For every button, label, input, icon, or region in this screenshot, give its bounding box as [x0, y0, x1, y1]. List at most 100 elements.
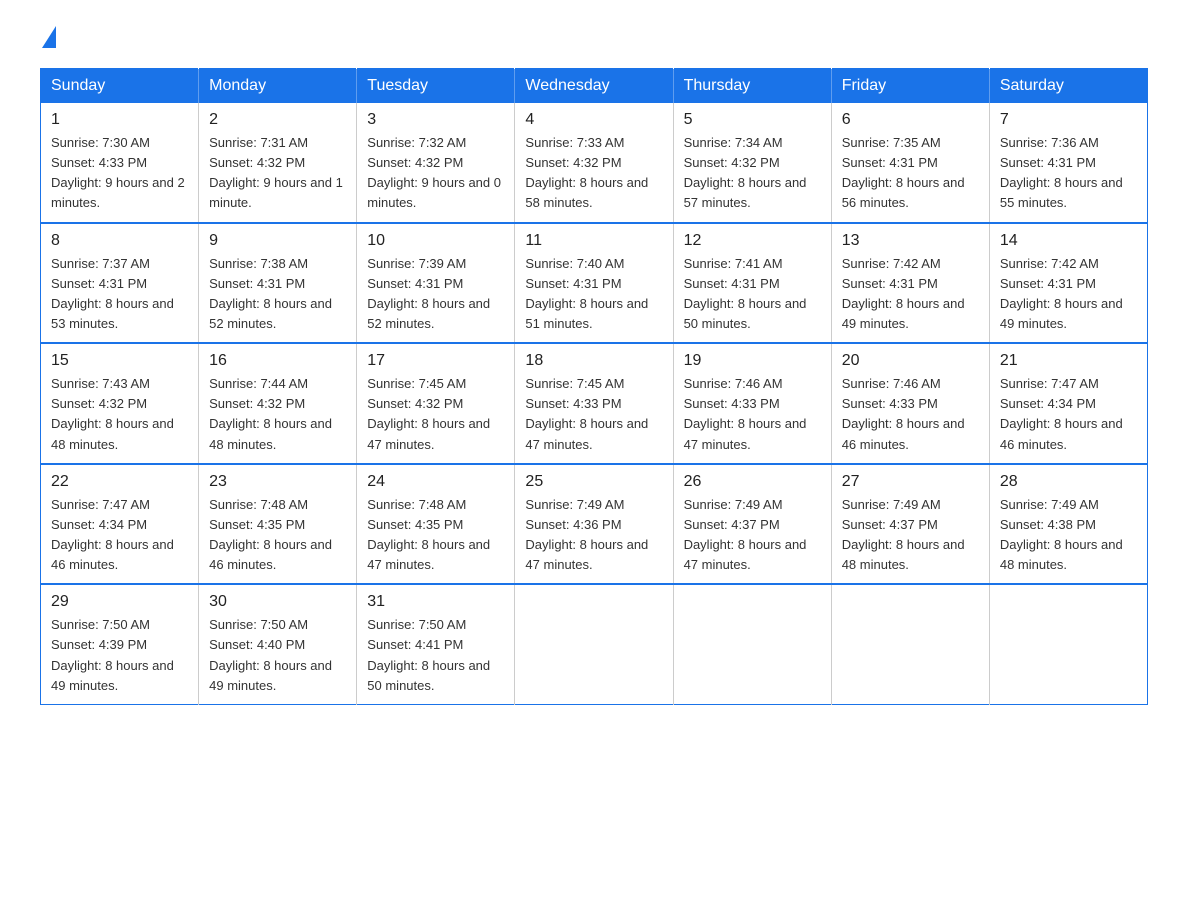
calendar-cell: 25 Sunrise: 7:49 AMSunset: 4:36 PMDayligh…: [515, 464, 673, 585]
day-info: Sunrise: 7:44 AMSunset: 4:32 PMDaylight:…: [209, 374, 346, 455]
calendar-cell: 22 Sunrise: 7:47 AMSunset: 4:34 PMDayligh…: [41, 464, 199, 585]
calendar-cell: 6 Sunrise: 7:35 AMSunset: 4:31 PMDaylight…: [831, 103, 989, 223]
calendar-cell: 1 Sunrise: 7:30 AMSunset: 4:33 PMDaylight…: [41, 103, 199, 223]
week-row-5: 29 Sunrise: 7:50 AMSunset: 4:39 PMDayligh…: [41, 584, 1148, 704]
day-info: Sunrise: 7:33 AMSunset: 4:32 PMDaylight:…: [525, 133, 662, 214]
calendar-cell: 15Sunrise: 7:43 AMSunset: 4:32 PMDayligh…: [41, 343, 199, 464]
header-thursday: Thursday: [673, 69, 831, 104]
day-number: 16: [209, 352, 346, 370]
day-number: 7: [1000, 111, 1137, 129]
day-number: 14: [1000, 232, 1137, 250]
day-number: 18: [525, 352, 662, 370]
calendar-cell: 20 Sunrise: 7:46 AMSunset: 4:33 PMDayligh…: [831, 343, 989, 464]
day-info: Sunrise: 7:39 AMSunset: 4:31 PMDaylight:…: [367, 254, 504, 335]
day-number: 29: [51, 593, 188, 611]
day-info: Sunrise: 7:38 AMSunset: 4:31 PMDaylight:…: [209, 254, 346, 335]
calendar-cell: [673, 584, 831, 704]
day-info: Sunrise: 7:32 AMSunset: 4:32 PMDaylight:…: [367, 133, 504, 214]
day-info: Sunrise: 7:37 AMSunset: 4:31 PMDaylight:…: [51, 254, 188, 335]
calendar-cell: 21 Sunrise: 7:47 AMSunset: 4:34 PMDayligh…: [989, 343, 1147, 464]
calendar-cell: 19 Sunrise: 7:46 AMSunset: 4:33 PMDayligh…: [673, 343, 831, 464]
day-info: Sunrise: 7:49 AMSunset: 4:37 PMDaylight:…: [684, 495, 821, 576]
calendar-table: SundayMondayTuesdayWednesdayThursdayFrid…: [40, 68, 1148, 705]
calendar-cell: 14 Sunrise: 7:42 AMSunset: 4:31 PMDayligh…: [989, 223, 1147, 344]
calendar-cell: 12 Sunrise: 7:41 AMSunset: 4:31 PMDayligh…: [673, 223, 831, 344]
day-number: 4: [525, 111, 662, 129]
calendar-cell: 18 Sunrise: 7:45 AMSunset: 4:33 PMDayligh…: [515, 343, 673, 464]
day-info: Sunrise: 7:50 AMSunset: 4:40 PMDaylight:…: [209, 615, 346, 696]
calendar-cell: 4 Sunrise: 7:33 AMSunset: 4:32 PMDaylight…: [515, 103, 673, 223]
calendar-cell: [989, 584, 1147, 704]
day-info: Sunrise: 7:50 AMSunset: 4:39 PMDaylight:…: [51, 615, 188, 696]
page-header: [40, 30, 1148, 48]
day-info: Sunrise: 7:40 AMSunset: 4:31 PMDaylight:…: [525, 254, 662, 335]
calendar-cell: 26Sunrise: 7:49 AMSunset: 4:37 PMDayligh…: [673, 464, 831, 585]
day-number: 2: [209, 111, 346, 129]
calendar-cell: 27 Sunrise: 7:49 AMSunset: 4:37 PMDayligh…: [831, 464, 989, 585]
calendar-cell: [515, 584, 673, 704]
day-info: Sunrise: 7:31 AMSunset: 4:32 PMDaylight:…: [209, 133, 346, 214]
calendar-cell: 13Sunrise: 7:42 AMSunset: 4:31 PMDayligh…: [831, 223, 989, 344]
day-number: 5: [684, 111, 821, 129]
calendar-cell: 29 Sunrise: 7:50 AMSunset: 4:39 PMDayligh…: [41, 584, 199, 704]
calendar-cell: 10Sunrise: 7:39 AMSunset: 4:31 PMDayligh…: [357, 223, 515, 344]
week-row-2: 8 Sunrise: 7:37 AMSunset: 4:31 PMDaylight…: [41, 223, 1148, 344]
day-number: 11: [525, 232, 662, 250]
logo: [40, 30, 56, 48]
calendar-cell: 16 Sunrise: 7:44 AMSunset: 4:32 PMDayligh…: [199, 343, 357, 464]
week-row-1: 1 Sunrise: 7:30 AMSunset: 4:33 PMDaylight…: [41, 103, 1148, 223]
day-info: Sunrise: 7:46 AMSunset: 4:33 PMDaylight:…: [842, 374, 979, 455]
calendar-header-row: SundayMondayTuesdayWednesdayThursdayFrid…: [41, 69, 1148, 104]
day-info: Sunrise: 7:30 AMSunset: 4:33 PMDaylight:…: [51, 133, 188, 214]
day-number: 22: [51, 473, 188, 491]
day-info: Sunrise: 7:46 AMSunset: 4:33 PMDaylight:…: [684, 374, 821, 455]
calendar-cell: 8 Sunrise: 7:37 AMSunset: 4:31 PMDaylight…: [41, 223, 199, 344]
calendar-cell: 5 Sunrise: 7:34 AMSunset: 4:32 PMDaylight…: [673, 103, 831, 223]
day-info: Sunrise: 7:34 AMSunset: 4:32 PMDaylight:…: [684, 133, 821, 214]
calendar-cell: 28 Sunrise: 7:49 AMSunset: 4:38 PMDayligh…: [989, 464, 1147, 585]
day-info: Sunrise: 7:47 AMSunset: 4:34 PMDaylight:…: [51, 495, 188, 576]
calendar-cell: 7 Sunrise: 7:36 AMSunset: 4:31 PMDaylight…: [989, 103, 1147, 223]
day-number: 19: [684, 352, 821, 370]
day-number: 31: [367, 593, 504, 611]
day-info: Sunrise: 7:36 AMSunset: 4:31 PMDaylight:…: [1000, 133, 1137, 214]
day-number: 8: [51, 232, 188, 250]
day-number: 9: [209, 232, 346, 250]
day-number: 12: [684, 232, 821, 250]
calendar-cell: 17Sunrise: 7:45 AMSunset: 4:32 PMDayligh…: [357, 343, 515, 464]
logo-triangle-icon: [42, 26, 56, 48]
calendar-cell: 30Sunrise: 7:50 AMSunset: 4:40 PMDayligh…: [199, 584, 357, 704]
day-info: Sunrise: 7:49 AMSunset: 4:38 PMDaylight:…: [1000, 495, 1137, 576]
calendar-cell: 24Sunrise: 7:48 AMSunset: 4:35 PMDayligh…: [357, 464, 515, 585]
day-info: Sunrise: 7:48 AMSunset: 4:35 PMDaylight:…: [367, 495, 504, 576]
day-info: Sunrise: 7:49 AMSunset: 4:36 PMDaylight:…: [525, 495, 662, 576]
week-row-3: 15Sunrise: 7:43 AMSunset: 4:32 PMDayligh…: [41, 343, 1148, 464]
day-number: 28: [1000, 473, 1137, 491]
calendar-cell: 11 Sunrise: 7:40 AMSunset: 4:31 PMDayligh…: [515, 223, 673, 344]
day-number: 3: [367, 111, 504, 129]
day-number: 17: [367, 352, 504, 370]
day-number: 25: [525, 473, 662, 491]
day-info: Sunrise: 7:48 AMSunset: 4:35 PMDaylight:…: [209, 495, 346, 576]
day-number: 20: [842, 352, 979, 370]
day-info: Sunrise: 7:50 AMSunset: 4:41 PMDaylight:…: [367, 615, 504, 696]
week-row-4: 22 Sunrise: 7:47 AMSunset: 4:34 PMDayligh…: [41, 464, 1148, 585]
header-sunday: Sunday: [41, 69, 199, 104]
calendar-cell: 2 Sunrise: 7:31 AMSunset: 4:32 PMDaylight…: [199, 103, 357, 223]
calendar-cell: 31 Sunrise: 7:50 AMSunset: 4:41 PMDayligh…: [357, 584, 515, 704]
header-wednesday: Wednesday: [515, 69, 673, 104]
header-monday: Monday: [199, 69, 357, 104]
day-info: Sunrise: 7:42 AMSunset: 4:31 PMDaylight:…: [1000, 254, 1137, 335]
header-friday: Friday: [831, 69, 989, 104]
day-number: 1: [51, 111, 188, 129]
day-number: 6: [842, 111, 979, 129]
day-number: 27: [842, 473, 979, 491]
day-info: Sunrise: 7:43 AMSunset: 4:32 PMDaylight:…: [51, 374, 188, 455]
day-info: Sunrise: 7:35 AMSunset: 4:31 PMDaylight:…: [842, 133, 979, 214]
day-info: Sunrise: 7:47 AMSunset: 4:34 PMDaylight:…: [1000, 374, 1137, 455]
calendar-cell: 23Sunrise: 7:48 AMSunset: 4:35 PMDayligh…: [199, 464, 357, 585]
day-number: 21: [1000, 352, 1137, 370]
day-info: Sunrise: 7:45 AMSunset: 4:33 PMDaylight:…: [525, 374, 662, 455]
day-info: Sunrise: 7:49 AMSunset: 4:37 PMDaylight:…: [842, 495, 979, 576]
day-info: Sunrise: 7:41 AMSunset: 4:31 PMDaylight:…: [684, 254, 821, 335]
